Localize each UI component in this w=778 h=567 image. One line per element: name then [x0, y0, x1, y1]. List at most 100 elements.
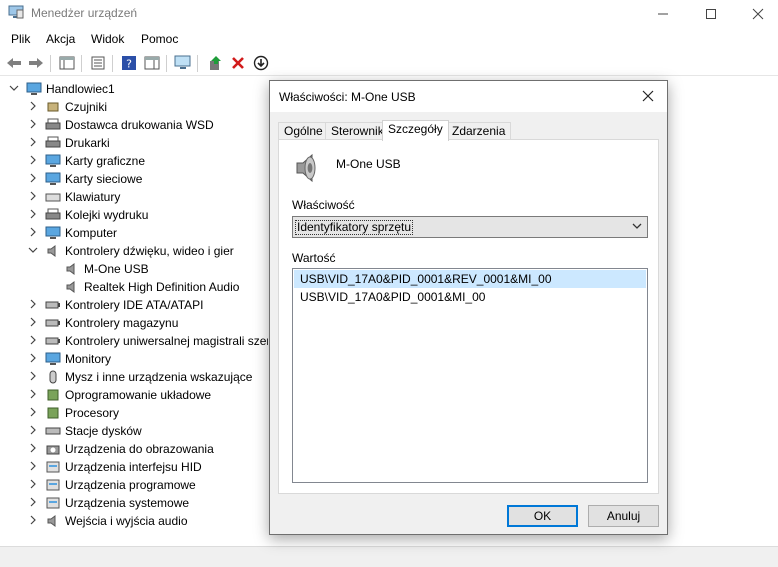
minimize-icon [658, 13, 668, 14]
chevron-right-icon[interactable] [28, 191, 38, 203]
chevron-right-icon[interactable] [28, 317, 38, 329]
speaker-icon [45, 514, 61, 528]
tree-item-category[interactable]: Dostawca drukowania WSD [0, 116, 268, 134]
tree-item-category[interactable]: Karty graficzne [0, 152, 268, 170]
chevron-down-icon[interactable] [28, 245, 38, 257]
tree-item-category[interactable]: Drukarki [0, 134, 268, 152]
value-list-item[interactable]: USB\VID_17A0&PID_0001&MI_00 [294, 288, 646, 306]
tree-item-label: Procesory [65, 406, 120, 420]
tree-item-label: Urządzenia interfejsu HID [65, 460, 202, 474]
property-select[interactable]: Identyfikatory sprzętu [292, 216, 648, 238]
back-button[interactable] [5, 54, 23, 72]
download-button[interactable] [252, 54, 270, 72]
chevron-right-icon[interactable] [28, 335, 38, 347]
tree-item-label: Urządzenia do obrazowania [65, 442, 214, 456]
tree-item-category[interactable]: Czujniki [0, 98, 268, 116]
scrollbar-track[interactable] [770, 80, 778, 546]
tree-item-label: Komputer [65, 226, 118, 240]
tree-item-category[interactable]: Urządzenia do obrazowania [0, 440, 268, 458]
menu-widok[interactable]: Widok [91, 32, 124, 46]
tree-item-category[interactable]: Kontrolery dźwięku, wideo i gier [0, 242, 268, 260]
tree-item-category[interactable]: Wejścia i wyjścia audio [0, 512, 268, 530]
tree-root[interactable]: Handlowiec1 [0, 80, 268, 98]
chevron-right-icon[interactable] [28, 155, 38, 167]
minimize-button[interactable] [640, 0, 686, 27]
chevron-right-icon[interactable] [28, 209, 38, 221]
toolbar-separator [197, 55, 198, 72]
speaker-icon [296, 153, 316, 183]
uninstall-button[interactable] [229, 54, 247, 72]
tree-item-label: Urządzenia systemowe [65, 496, 190, 510]
tree-item-category[interactable]: Procesory [0, 404, 268, 422]
chevron-right-icon[interactable] [28, 371, 38, 383]
menu-akcja[interactable]: Akcja [46, 32, 75, 46]
tree-item-category[interactable]: Komputer [0, 224, 268, 242]
chevron-right-icon[interactable] [28, 101, 38, 113]
tree-item-category[interactable]: Urządzenia programowe [0, 476, 268, 494]
tree-item-category[interactable]: Urządzenia systemowe [0, 494, 268, 512]
chevron-right-icon[interactable] [28, 299, 38, 311]
tree-item-category[interactable]: Kolejki wydruku [0, 206, 268, 224]
menu-plik[interactable]: Plik [11, 32, 30, 46]
chevron-right-icon[interactable] [28, 443, 38, 455]
properties-button[interactable] [89, 54, 107, 72]
chevron-right-icon[interactable] [28, 137, 38, 149]
chevron-down-icon[interactable] [9, 83, 19, 95]
chevron-right-icon[interactable] [28, 515, 38, 527]
action-pane-button[interactable] [143, 54, 161, 72]
tree-item-category[interactable]: Kontrolery uniwersalnej magistrali szere… [0, 332, 268, 350]
chevron-right-icon[interactable] [28, 119, 38, 131]
tree-item-category[interactable]: Mysz i inne urządzenia wskazujące [0, 368, 268, 386]
dialog-titlebar: Właściwości: M-One USB [270, 81, 667, 112]
ok-button[interactable]: OK [507, 505, 578, 527]
disk-drive-icon [45, 424, 61, 438]
window-title: Menedżer urządzeń [31, 6, 138, 20]
tab-szczegoly[interactable]: Szczegóły [382, 120, 449, 141]
chevron-right-icon[interactable] [28, 173, 38, 185]
chevron-right-icon[interactable] [28, 353, 38, 365]
toolbar-separator [112, 55, 113, 72]
tree-item-category[interactable]: Kontrolery magazynu [0, 314, 268, 332]
value-list[interactable]: USB\VID_17A0&PID_0001&REV_0001&MI_00 USB… [292, 268, 648, 483]
chevron-right-icon[interactable] [28, 407, 38, 419]
cancel-button[interactable]: Anuluj [588, 505, 659, 527]
tree-item-category[interactable]: Oprogramowanie układowe [0, 386, 268, 404]
firmware-icon [45, 388, 61, 402]
printer-icon [45, 118, 61, 132]
forward-button[interactable] [27, 54, 45, 72]
toolbar-separator [166, 55, 167, 72]
dialog-close-button[interactable] [637, 86, 659, 106]
scan-hardware-button[interactable] [174, 54, 192, 72]
keyboard-icon [45, 190, 61, 204]
tree-item-category[interactable]: Klawiatury [0, 188, 268, 206]
menu-pomoc[interactable]: Pomoc [141, 32, 178, 46]
chevron-right-icon[interactable] [28, 479, 38, 491]
update-driver-button[interactable] [206, 54, 224, 72]
tree-item-category[interactable]: Stacje dysków [0, 422, 268, 440]
speaker-icon [45, 244, 61, 258]
chevron-right-icon[interactable] [28, 425, 38, 437]
help-button[interactable]: ? [120, 54, 138, 72]
console-tree-button[interactable] [58, 54, 76, 72]
tree-item-label: M-One USB [84, 262, 149, 276]
tab-zdarzenia[interactable]: Zdarzenia [446, 122, 512, 140]
tree-item-category[interactable]: Kontrolery IDE ATA/ATAPI [0, 296, 268, 314]
tree-item-label: Kontrolery IDE ATA/ATAPI [65, 298, 204, 312]
chevron-right-icon[interactable] [28, 227, 38, 239]
tree-item-device[interactable]: M-One USB [0, 260, 268, 278]
maximize-icon [706, 8, 716, 19]
chevron-right-icon[interactable] [28, 389, 38, 401]
chevron-right-icon[interactable] [28, 461, 38, 473]
maximize-button[interactable] [688, 0, 734, 27]
tab-ogolne[interactable]: Ogólne [278, 122, 329, 140]
console-tree-icon [59, 56, 75, 70]
back-arrow-icon [7, 58, 21, 68]
value-list-item[interactable]: USB\VID_17A0&PID_0001&REV_0001&MI_00 [294, 270, 646, 288]
tree-item-category[interactable]: Monitory [0, 350, 268, 368]
close-button[interactable] [735, 0, 778, 27]
tree-item-category[interactable]: Karty sieciowe [0, 170, 268, 188]
tree-item-category[interactable]: Urządzenia interfejsu HID [0, 458, 268, 476]
tree-item-device[interactable]: Realtek High Definition Audio [0, 278, 268, 296]
tab-sterownik[interactable]: Sterownik [325, 122, 390, 140]
chevron-right-icon[interactable] [28, 497, 38, 509]
